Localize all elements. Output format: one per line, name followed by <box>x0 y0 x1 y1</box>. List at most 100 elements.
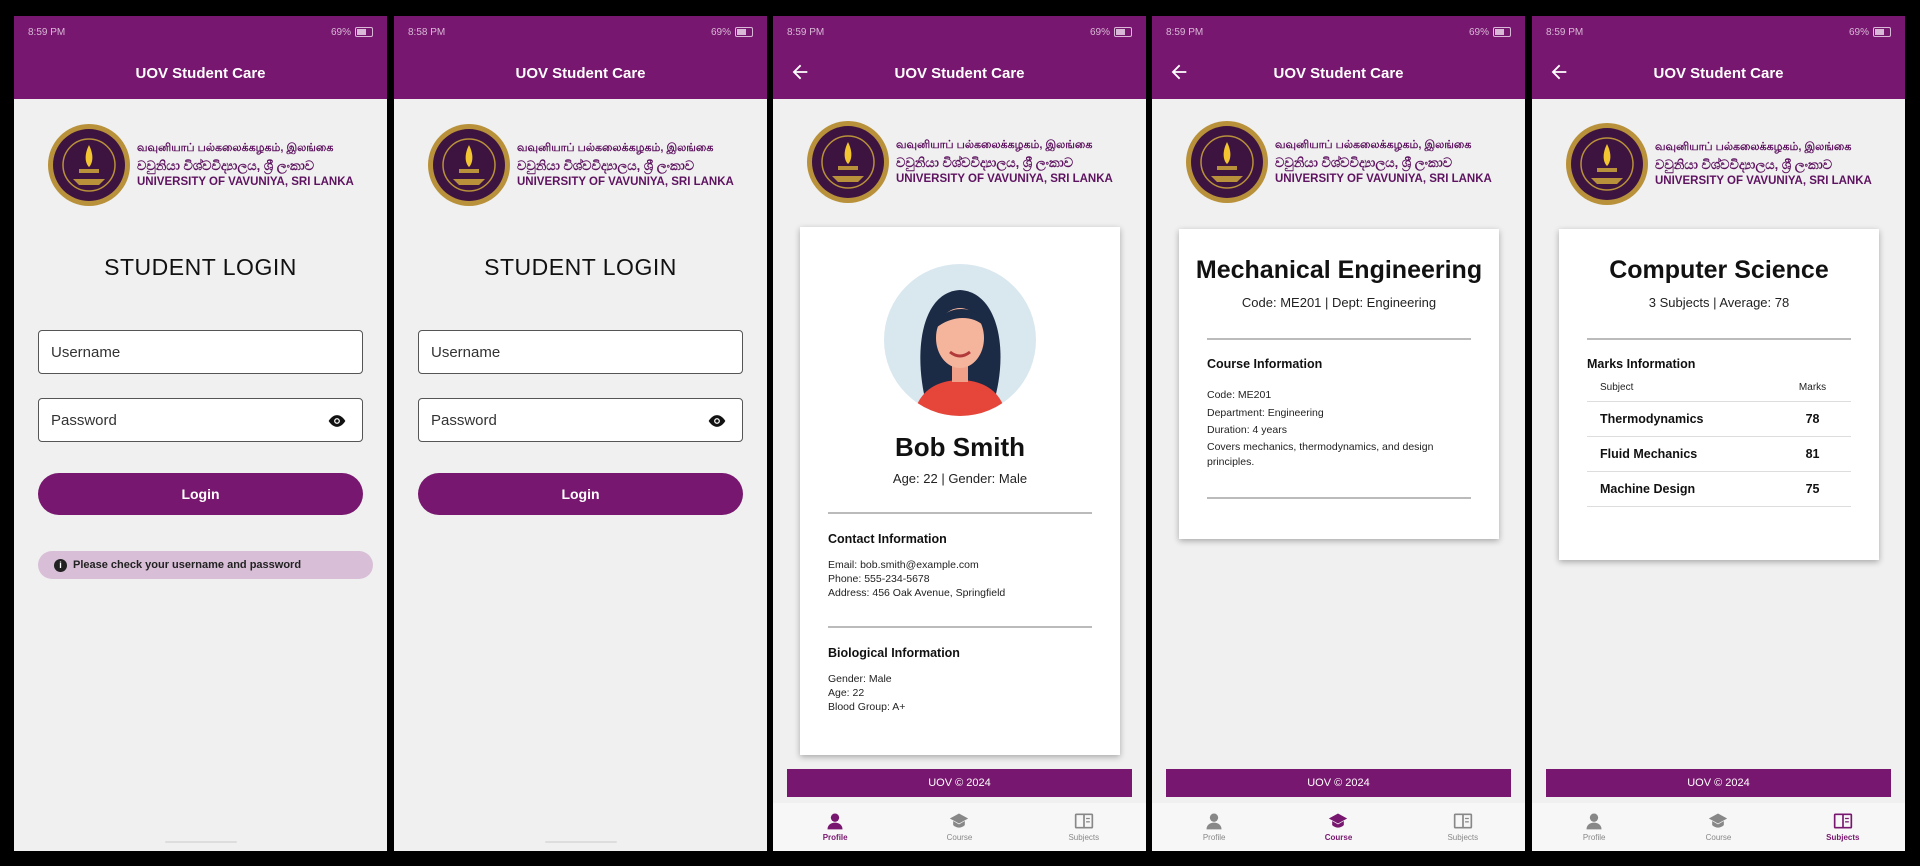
nav-profile[interactable]: Profile <box>1532 803 1656 851</box>
back-arrow-icon[interactable] <box>1168 61 1190 83</box>
divider <box>828 626 1092 628</box>
divider <box>1207 338 1471 340</box>
brand-tamil: வவுனியாப் பல்கலைக்கழகம், இலங்கை <box>896 138 1093 151</box>
password-input[interactable]: Password <box>38 398 363 442</box>
contact-phone: Phone: 555-234-5678 <box>828 573 930 585</box>
brand-english: UNIVERSITY OF VAVUNIYA, SRI LANKA <box>896 172 1113 185</box>
university-brand: வவுனியாப் பல்கலைக்கழகம், இலங்கை වවුනියා … <box>1185 120 1492 204</box>
password-placeholder: Password <box>431 411 497 429</box>
status-time: 8:59 PM <box>787 26 825 38</box>
nav-subjects[interactable]: Subjects <box>1401 803 1525 851</box>
nav-course[interactable]: Course <box>1656 803 1780 851</box>
gesture-handle <box>164 841 237 843</box>
student-summary: Age: 22 | Gender: Male <box>892 471 1028 486</box>
nav-subjects[interactable]: Subjects <box>1781 803 1905 851</box>
login-button[interactable]: Login <box>418 473 743 515</box>
nav-course-label: Course <box>1705 833 1732 842</box>
battery-icon <box>1493 27 1511 37</box>
table-header-row: Subject Marks <box>1587 374 1851 402</box>
subjects-summary: 3 Subjects | Average: 78 <box>1648 295 1790 310</box>
contact-email: Email: bob.smith@example.com <box>828 559 979 571</box>
app-bar: UOV Student Care <box>773 48 1146 99</box>
app-title: UOV Student Care <box>515 65 646 82</box>
brand-english: UNIVERSITY OF VAVUNIYA, SRI LANKA <box>137 175 354 188</box>
book-icon <box>1074 813 1093 829</box>
password-input[interactable]: Password <box>418 398 743 442</box>
brand-tamil: வவுனியாப் பல்கலைக்கழகம், இலங்கை <box>1275 138 1472 151</box>
university-seal-icon <box>807 121 889 203</box>
brand-tamil: வவுனியாப் பல்கலைக்கழகம், இலங்கை <box>517 141 714 154</box>
phone-subjects: 8:59 PM 69% UOV Student Care வவுனியாப் ப… <box>1532 16 1905 851</box>
profile-card: Bob Smith Age: 22 | Gender: Male Contact… <box>800 227 1120 755</box>
course-description: Covers mechanics, thermodynamics, and de… <box>1207 440 1434 469</box>
username-input[interactable]: Username <box>418 330 743 374</box>
nav-subjects-label: Subjects <box>1068 833 1100 842</box>
nav-subjects-label: Subjects <box>1826 833 1860 842</box>
footer: UOV © 2024 <box>1166 769 1511 797</box>
graduation-cap-icon <box>1709 813 1728 828</box>
brand-sinhala: වවුනියා විශ්වවිද්‍යාලය, ශ්‍රී ලංකාව <box>1655 156 1833 172</box>
username-input[interactable]: Username <box>38 330 363 374</box>
brand-tamil: வவுனியாப் பல்கலைக்கழகம், இலங்கை <box>137 141 334 154</box>
nav-profile[interactable]: Profile <box>1152 803 1276 851</box>
nav-profile-label: Profile <box>822 833 848 842</box>
username-placeholder: Username <box>51 343 121 361</box>
app-title: UOV Student Care <box>1273 65 1404 82</box>
table-row: Machine Design 75 <box>1587 471 1851 507</box>
university-brand: வவுனியாப் பல்கலைக்கழகம், இலங்கை වවුනියා … <box>427 123 734 207</box>
battery-level: 69% <box>710 26 731 38</box>
nav-course-label: Course <box>1324 833 1353 842</box>
marks-cell: 75 <box>1774 471 1851 507</box>
divider <box>1587 338 1851 340</box>
app-title: UOV Student Care <box>135 65 266 82</box>
table-row: Thermodynamics 78 <box>1587 401 1851 437</box>
book-icon <box>1453 813 1472 829</box>
nav-profile-label: Profile <box>1202 833 1226 842</box>
col-subject-header: Subject <box>1587 374 1775 402</box>
back-arrow-icon[interactable] <box>789 61 811 83</box>
battery-icon <box>1873 27 1891 37</box>
app-bar: UOV Student Care <box>394 48 767 99</box>
university-brand: வவுனியாப் பல்கலைக்கழகம், இலங்கை වවුනියා … <box>1565 122 1872 206</box>
eye-icon[interactable] <box>326 411 348 431</box>
nav-profile-label: Profile <box>1582 833 1606 842</box>
status-time: 8:58 PM <box>408 26 446 38</box>
brand-sinhala: වවුනියා විශ්වවිද්‍යාලය, ශ්‍රී ලංකාව <box>896 154 1074 170</box>
university-seal-icon <box>1566 123 1648 205</box>
brand-sinhala: වවුනියා විශ්වවිද්‍යාලය, ශ්‍රී ලංකාව <box>1275 154 1453 170</box>
error-toast: i Please check your username and passwor… <box>38 551 373 579</box>
contact-address: Address: 456 Oak Avenue, Springfield <box>828 587 1006 599</box>
app-bar: UOV Student Care <box>14 48 387 99</box>
contact-title: Contact Information <box>828 532 947 546</box>
login-button[interactable]: Login <box>38 473 363 515</box>
app-title: UOV Student Care <box>1653 65 1784 82</box>
nav-course[interactable]: Course <box>1276 803 1400 851</box>
table-row: Fluid Mechanics 81 <box>1587 436 1851 472</box>
login-title: STUDENT LOGIN <box>484 254 677 280</box>
student-name: Bob Smith <box>895 432 1025 462</box>
person-icon <box>1206 813 1222 830</box>
nav-course[interactable]: Course <box>897 803 1021 851</box>
subject-cell: Fluid Mechanics <box>1587 436 1775 472</box>
status-bar: 8:59 PM 69% <box>14 16 387 48</box>
eye-icon[interactable] <box>706 411 728 431</box>
back-arrow-icon[interactable] <box>1548 61 1570 83</box>
university-brand: வவுனியாப் பல்கலைக்கழகம், இலங்கை වවුනියා … <box>806 120 1113 204</box>
status-bar: 8:59 PM 69% <box>1532 16 1905 48</box>
phone-login-error: 8:59 PM 69% UOV Student Care வவுனியாப் ப… <box>14 16 387 851</box>
course-info-title: Course Information <box>1207 357 1323 371</box>
bottom-nav: Profile Course Subjects <box>773 803 1146 851</box>
battery-level: 69% <box>330 26 351 38</box>
brand-english: UNIVERSITY OF VAVUNIYA, SRI LANKA <box>1655 174 1872 187</box>
status-time: 8:59 PM <box>1546 26 1584 38</box>
nav-subjects-label: Subjects <box>1447 833 1479 842</box>
marks-info-title: Marks Information <box>1587 357 1696 371</box>
nav-subjects[interactable]: Subjects <box>1022 803 1146 851</box>
course-summary: Code: ME201 | Dept: Engineering <box>1241 295 1437 310</box>
nav-profile[interactable]: Profile <box>773 803 897 851</box>
marks-cell: 78 <box>1774 401 1851 437</box>
battery-level: 69% <box>1089 26 1110 38</box>
brand-sinhala: වවුනියා විශ්වවිද්‍යාලය, ශ්‍රී ලංකාව <box>517 157 695 173</box>
brand-english: UNIVERSITY OF VAVUNIYA, SRI LANKA <box>1275 172 1492 185</box>
battery-level: 69% <box>1848 26 1869 38</box>
